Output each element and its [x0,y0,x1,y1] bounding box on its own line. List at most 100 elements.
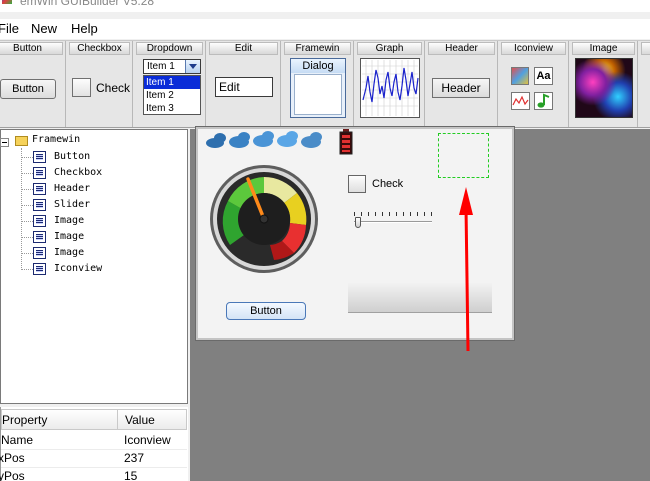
tool-image[interactable]: Image [570,41,638,127]
slider-track [354,221,432,223]
property-grid-header: Property Value [1,409,187,430]
tree-item-label: Image [54,215,85,226]
tool-framewin[interactable]: Framewin Dialog [282,41,354,127]
menu-help[interactable]: Help [71,21,98,36]
tree-item-label: Checkbox [54,167,103,178]
tree-item[interactable]: Image [21,246,181,260]
tree-item-label: Image [54,231,85,242]
column-divider[interactable] [117,410,118,429]
dropdown-option-selected: Item 1 [144,76,200,89]
property-row[interactable]: yPos 15 [0,468,187,481]
gauge-image[interactable] [208,163,320,275]
framewin-widget-title: Dialog [291,59,345,73]
property-name: Name [1,433,34,447]
checkbox-widget-label: Check [96,81,131,95]
property-name: xPos [0,451,25,465]
tree-collapse-toggle[interactable] [0,138,9,147]
chart-line-icon [511,92,530,110]
property-value[interactable]: 15 [124,468,137,481]
guibuilder-window: emWin GUIBuilder V5.28 File New Help But… [0,0,650,481]
tool-more-title [641,42,650,55]
books-icon [511,67,529,85]
tool-image-title: Image [572,42,635,55]
annotation-arrow-up-icon [459,187,473,352]
tree-root-framewin[interactable]: Framewin [32,134,80,145]
tree-item[interactable]: Header [21,182,181,196]
property-column-header[interactable]: Property [2,413,47,427]
tree-item[interactable]: Image [21,230,181,244]
app-icon [2,0,12,4]
framewin-client-area [294,74,342,115]
design-workspace: Check Button [190,126,650,481]
tool-edit-title: Edit [209,42,278,55]
font-icon: Aa [534,67,553,85]
dropdown-option: Item 3 [146,103,174,114]
dropdown-widget-preview: Item 1 [143,59,201,74]
tree-item-label: Iconview [54,263,103,274]
menu-bar: File New Help [0,19,650,39]
tool-iconview[interactable]: Iconview Aa [499,41,569,127]
menu-file[interactable]: File [0,21,19,36]
tree-item-label: Image [54,247,85,258]
tool-more[interactable] [639,41,650,127]
tree-item-label: Button [54,151,91,162]
dropdown-list: Item 1 Item 2 Item 3 [143,75,201,115]
property-value[interactable]: Iconview [124,432,171,449]
slider-ticks [354,212,434,216]
tree-item-label: Header [54,183,91,194]
tool-framewin-title: Framewin [284,42,351,55]
slider-thumb[interactable] [355,217,361,228]
widget-node-icon [33,231,46,243]
widget-node-icon [33,263,46,275]
menu-new[interactable]: New [31,21,57,36]
widget-node-icon [33,215,46,227]
tool-header[interactable]: Header Header [426,41,498,127]
edit-widget-preview: Edit [215,77,273,97]
tool-iconview-title: Iconview [501,42,566,55]
tool-checkbox[interactable]: Checkbox Check [67,41,133,127]
tree-item[interactable]: Checkbox [21,166,181,180]
widget-node-icon [33,199,46,211]
value-column-header[interactable]: Value [125,413,155,427]
tool-button[interactable]: Button Button [0,41,66,127]
tree-item[interactable]: Slider [21,198,181,212]
tree-item-label: Slider [54,199,91,210]
property-grid: Property Value Name Iconview xPos 237 yP… [0,407,188,481]
window-title: emWin GUIBuilder V5.28 [20,0,155,8]
canvas-slider[interactable] [354,212,434,228]
iconview-weather-icons[interactable] [204,129,326,151]
canvas-checkbox-label: Check [372,178,404,190]
title-bar: emWin GUIBuilder V5.28 [0,0,650,12]
tool-button-title: Button [0,42,63,55]
widget-node-icon [33,183,46,195]
dropdown-option: Item 2 [146,90,174,101]
battery-icon [339,129,353,155]
tree-item[interactable]: Button [21,150,181,164]
tool-dropdown[interactable]: Dropdown Item 1 Item 1 Item 2 Item 3 [134,41,206,127]
dropdown-arrow-button [185,60,200,73]
tool-edit[interactable]: Edit Edit [207,41,281,127]
tool-checkbox-title: Checkbox [69,42,130,55]
canvas-checkbox[interactable] [348,175,366,193]
selected-widget-outline[interactable] [438,133,489,178]
property-row[interactable]: Name Iconview [1,432,187,450]
tool-graph[interactable]: Graph [355,41,425,127]
graph-widget-preview [360,58,420,118]
widget-tree-panel: Framewin Button Checkbox Header Slider I… [0,129,188,404]
widget-node-icon [33,151,46,163]
tree-item[interactable]: Iconview [21,262,181,276]
property-name: yPos [0,469,25,481]
canvas-button[interactable]: Button [226,302,306,320]
property-row[interactable]: xPos 237 [0,450,187,468]
property-value[interactable]: 237 [124,450,144,467]
chevron-down-icon [189,64,197,69]
tool-header-title: Header [428,42,495,55]
dropdown-selected-value: Item 1 [147,61,175,72]
tool-dropdown-title: Dropdown [136,42,203,55]
header-widget-preview: Header [432,78,490,98]
image-widget-thumbnail [575,58,633,118]
folder-icon [15,136,28,146]
music-note-icon [534,92,553,110]
tree-item[interactable]: Image [21,214,181,228]
widget-node-icon [33,167,46,179]
